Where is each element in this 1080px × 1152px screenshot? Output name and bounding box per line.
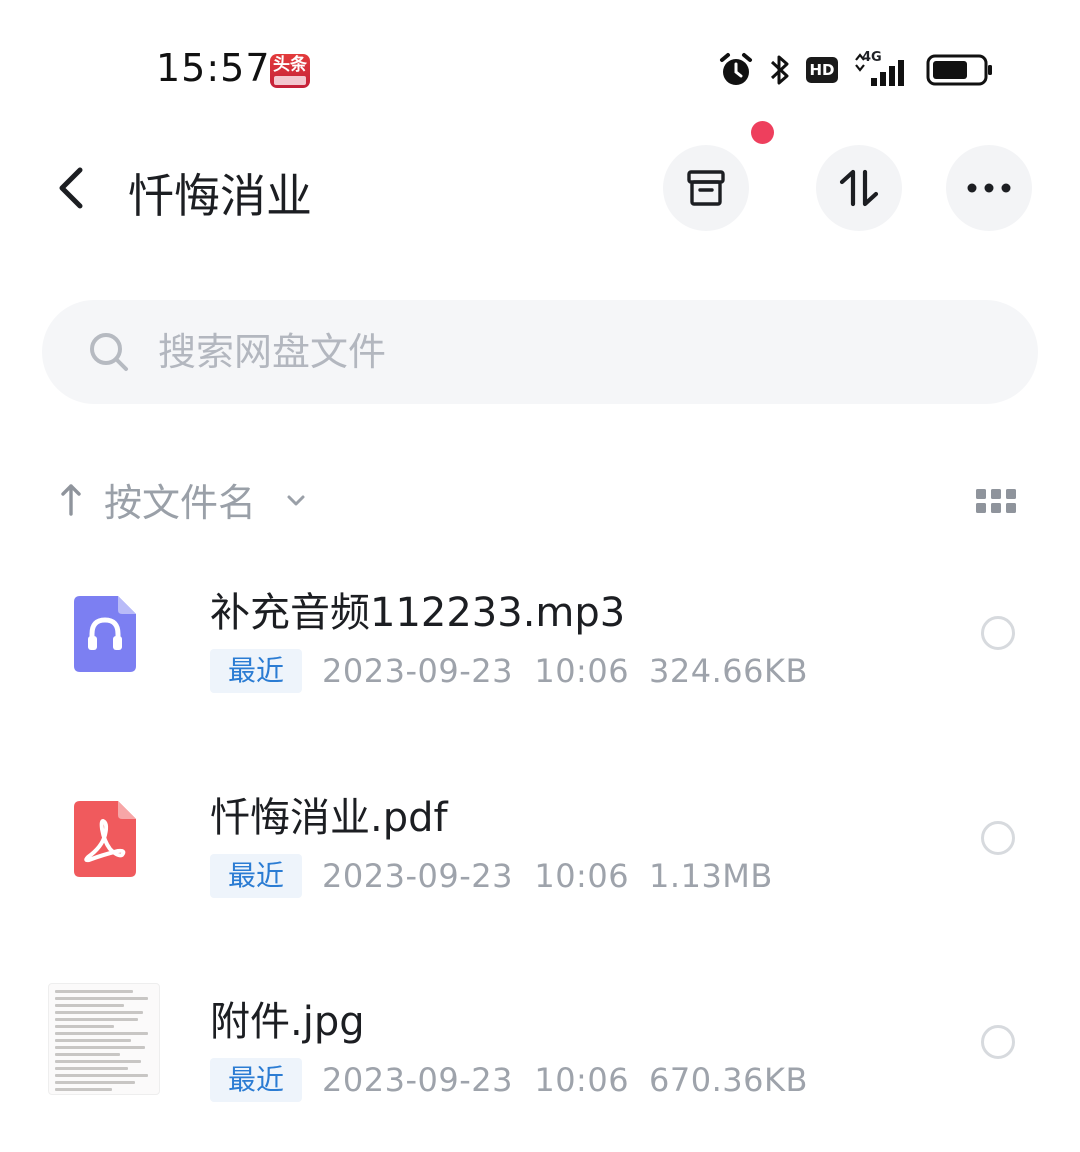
recent-tag: 最近: [210, 1058, 303, 1102]
hd-voice-icon: HD: [806, 57, 838, 83]
sort-toggle-button[interactable]: [816, 145, 902, 231]
search-bar[interactable]: [42, 300, 1038, 404]
grid-view-button[interactable]: [976, 489, 1016, 513]
more-dots-icon: [967, 183, 1011, 193]
news-app-icon: 头条: [270, 54, 310, 88]
pdf-file-icon: [74, 801, 136, 877]
file-size: 670.36KB: [649, 1061, 808, 1099]
file-meta: 最近 2023-09-23 10:06 1.13MB: [210, 853, 773, 899]
notification-dot: [751, 121, 774, 144]
battery-icon: [926, 54, 992, 86]
recent-tag: 最近: [210, 854, 303, 898]
sort-direction-up-icon: [61, 484, 81, 516]
list-item[interactable]: 附件.jpg 最近 2023-09-23 10:06 670.36KB: [0, 983, 1080, 1149]
recent-tag: 最近: [210, 649, 303, 693]
select-radio[interactable]: [981, 1025, 1015, 1059]
status-time: 15:57: [156, 46, 271, 90]
search-input[interactable]: [158, 330, 958, 374]
file-meta: 最近 2023-09-23 10:06 324.66KB: [210, 648, 808, 694]
file-name: 补充音频112233.mp3: [210, 590, 626, 636]
audio-file-icon: [74, 596, 136, 672]
file-size: 1.13MB: [649, 857, 773, 895]
file-name: 附件.jpg: [210, 999, 365, 1045]
file-size: 324.66KB: [649, 652, 808, 690]
status-icons: HD 4G: [718, 50, 994, 90]
sort-selector[interactable]: 按文件名: [60, 470, 306, 528]
network-type-label: 4G: [862, 50, 882, 65]
list-item[interactable]: 忏悔消业.pdf 最近 2023-09-23 10:06 1.13MB: [0, 785, 1080, 945]
search-icon: [90, 333, 128, 371]
signal-icon: 4G: [852, 50, 912, 88]
chevron-down-icon: [287, 495, 305, 506]
bluetooth-icon: [770, 55, 789, 85]
file-name: 忏悔消业.pdf: [210, 795, 448, 841]
sort-arrows-icon: [839, 169, 879, 207]
select-radio[interactable]: [981, 616, 1015, 650]
file-meta: 最近 2023-09-23 10:06 670.36KB: [210, 1057, 808, 1103]
archive-box-icon: [687, 170, 725, 206]
back-button[interactable]: [52, 166, 92, 210]
alarm-icon: [720, 53, 752, 85]
file-date: 2023-09-23 10:06: [322, 1061, 630, 1099]
select-radio[interactable]: [981, 821, 1015, 855]
file-date: 2023-09-23 10:06: [322, 652, 630, 690]
news-app-label: 头条: [273, 55, 307, 75]
sort-label: 按文件名: [104, 480, 257, 525]
file-date: 2023-09-23 10:06: [322, 857, 630, 895]
more-options-button[interactable]: [946, 145, 1032, 231]
list-item[interactable]: 补充音频112233.mp3 最近 2023-09-23 10:06 324.6…: [0, 580, 1080, 740]
image-thumbnail: [48, 983, 160, 1095]
page-title: 忏悔消业: [128, 169, 312, 223]
recycle-box-button[interactable]: [663, 145, 749, 231]
